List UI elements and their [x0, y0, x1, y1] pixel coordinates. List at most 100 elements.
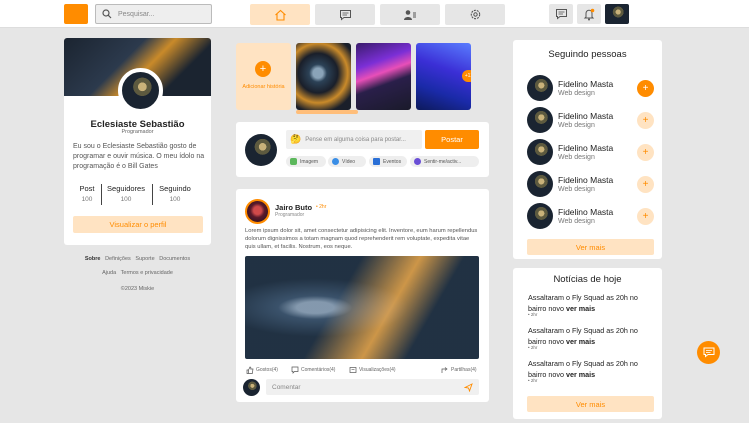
post-image[interactable]: [245, 256, 479, 359]
story-item[interactable]: [296, 43, 351, 110]
footer-link-terms[interactable]: Termos e privacidade: [121, 270, 173, 276]
bell-icon: [583, 8, 595, 20]
news-see-more-button[interactable]: Ver mais: [527, 396, 654, 412]
news-title: Notícias de hoje: [553, 274, 622, 285]
news-more-link[interactable]: ver mais: [566, 370, 595, 379]
following-name[interactable]: Fidelino Masta: [558, 111, 613, 121]
news-time: • 2hr: [528, 312, 538, 317]
following-avatar[interactable]: [527, 139, 553, 165]
add-story-card[interactable]: + Adicionar história: [236, 43, 291, 110]
footer-link-help[interactable]: Ajuda: [102, 270, 116, 276]
plus-icon: +: [255, 61, 271, 77]
news-more-link[interactable]: ver mais: [566, 337, 595, 346]
following-see-more-button[interactable]: Ver mais: [527, 239, 654, 255]
nav-settings-button[interactable]: [445, 4, 505, 25]
calendar-icon: [373, 158, 380, 165]
footer-link-docs[interactable]: Documentos: [159, 256, 190, 262]
news-item[interactable]: Assaltaram o Fly Squad as 20h no bairro …: [528, 292, 653, 314]
divider: [152, 184, 153, 205]
chat-bubble-icon: [703, 347, 714, 358]
news-time-value: 2hr: [530, 345, 538, 350]
views-count: Visualizações(4): [359, 367, 396, 373]
following-name[interactable]: Fidelino Masta: [558, 143, 613, 153]
share-count: Partilhas(4): [451, 367, 477, 373]
profile-bio: Eu sou o Eclesiaste Sebastião gosto de p…: [73, 143, 205, 170]
story-item[interactable]: [356, 43, 411, 110]
news-item[interactable]: Assaltaram o Fly Squad as 20h no bairro …: [528, 358, 653, 380]
views-icon: [349, 367, 357, 373]
profile-avatar[interactable]: [118, 68, 163, 113]
following-avatar[interactable]: [527, 203, 553, 229]
follow-add-button[interactable]: +: [637, 112, 654, 129]
follow-add-button[interactable]: +: [637, 208, 654, 225]
footer-link-support[interactable]: Suporte: [135, 256, 154, 262]
user-avatar-button[interactable]: [605, 4, 629, 24]
post-button[interactable]: Postar: [425, 130, 479, 149]
post-time: • 2hr: [316, 204, 327, 210]
news-item[interactable]: Assaltaram o Fly Squad as 20h no bairro …: [528, 325, 653, 347]
emoji-icon[interactable]: 🤔: [290, 134, 301, 145]
footer-links-row-1: Sobre Definições Suporte Documentos: [64, 256, 211, 262]
following-role: Web design: [558, 218, 595, 225]
story-item[interactable]: +12: [416, 43, 471, 110]
following-role: Web design: [558, 122, 595, 129]
chip-label: Eventos: [383, 158, 402, 165]
following-avatar[interactable]: [527, 107, 553, 133]
gear-icon: [470, 9, 480, 20]
profile-role: Programador: [121, 129, 154, 135]
views-action[interactable]: Visualizações(4): [349, 366, 396, 374]
stat-value: 100: [81, 196, 93, 203]
story-active-indicator: [296, 110, 358, 114]
nav-home-button[interactable]: [250, 4, 310, 25]
follow-add-button[interactable]: +: [637, 176, 654, 193]
stat-value: 100: [120, 196, 132, 203]
post-time-value: 2hr: [319, 204, 327, 210]
following-avatar[interactable]: [527, 171, 553, 197]
comment-placeholder: Comentar: [272, 383, 301, 391]
copyright: ©2023 Miskie: [120, 286, 155, 292]
following-avatar[interactable]: [527, 75, 553, 101]
comment-input[interactable]: Comentar: [266, 379, 479, 395]
following-name[interactable]: Fidelino Masta: [558, 175, 613, 185]
chip-label: Sentir-me/activ...: [424, 158, 462, 165]
video-icon: [332, 158, 339, 165]
footer-link-settings[interactable]: Definições: [105, 256, 131, 262]
view-profile-button[interactable]: Visualizar o perfil: [73, 216, 203, 233]
video-chip[interactable]: Vídeo: [328, 156, 366, 167]
events-chip[interactable]: Eventos: [369, 156, 407, 167]
comment-avatar: [243, 379, 260, 396]
feeling-chip[interactable]: Sentir-me/activ...: [410, 156, 479, 167]
stat-followers: Seguidores 100: [105, 184, 147, 203]
post-author-name[interactable]: Jairo Buto: [275, 203, 312, 212]
messages-button[interactable]: [549, 4, 573, 24]
comment-action[interactable]: Comentários(4): [291, 366, 335, 374]
top-navigation-bar: Pesquisar...: [0, 0, 749, 28]
post-author-role: Programador: [275, 212, 305, 218]
search-box[interactable]: Pesquisar...: [95, 4, 212, 24]
footer-link-about[interactable]: Sobre: [85, 256, 101, 262]
news-time-value: 2hr: [530, 312, 538, 317]
floating-chat-button[interactable]: [697, 341, 720, 364]
notifications-button[interactable]: [577, 4, 601, 24]
send-icon[interactable]: [464, 383, 473, 392]
share-icon: [441, 367, 448, 373]
follow-add-button[interactable]: +: [637, 80, 654, 97]
post-composer: 🤔 Pense em alguma coisa para postar... P…: [236, 122, 489, 177]
post-author-avatar[interactable]: [245, 199, 270, 224]
divider: [101, 184, 102, 205]
news-more-link[interactable]: ver mais: [566, 304, 595, 313]
more-stories-badge[interactable]: +12: [462, 70, 471, 82]
stat-posts: Post 100: [76, 184, 98, 203]
stat-label: Seguindo: [159, 184, 191, 193]
app-logo[interactable]: [64, 4, 88, 24]
share-action[interactable]: Partilhas(4): [441, 366, 477, 374]
like-action[interactable]: Gostos(4): [246, 366, 278, 374]
follow-add-button[interactable]: +: [637, 144, 654, 161]
following-name[interactable]: Fidelino Masta: [558, 79, 613, 89]
nav-friends-button[interactable]: [380, 4, 440, 25]
image-chip[interactable]: Imagem: [286, 156, 326, 167]
following-name[interactable]: Fidelino Masta: [558, 207, 613, 217]
stat-value: 100: [169, 196, 181, 203]
composer-input[interactable]: 🤔 Pense em alguma coisa para postar...: [286, 130, 422, 149]
nav-messages-button[interactable]: [315, 4, 375, 25]
